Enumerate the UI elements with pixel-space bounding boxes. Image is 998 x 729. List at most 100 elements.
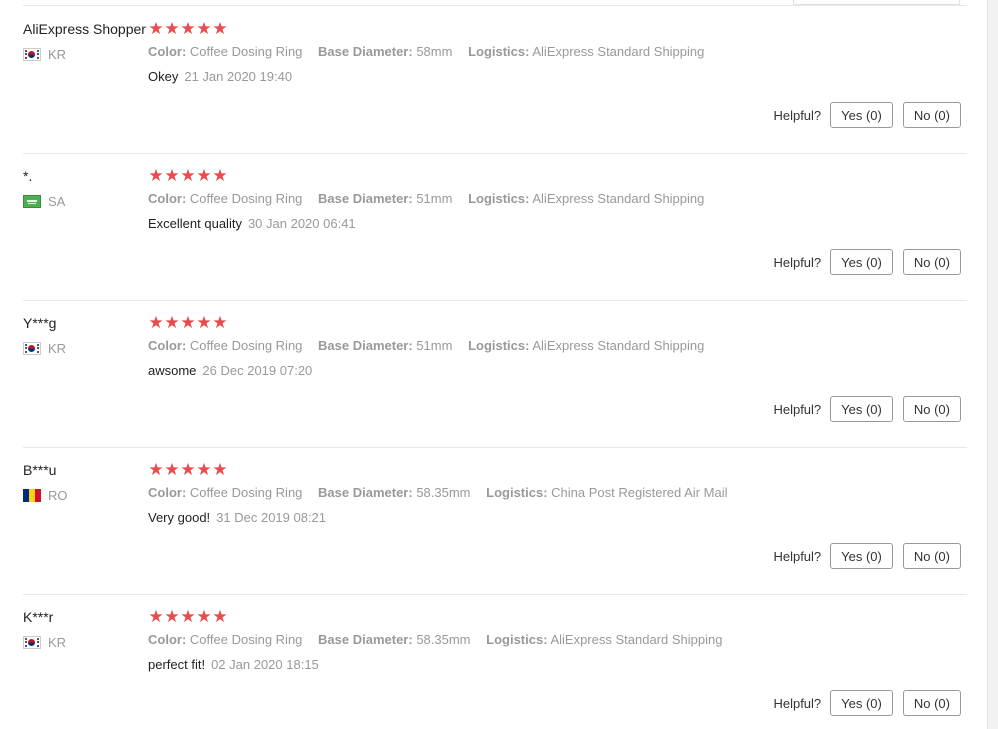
color-key: Color: <box>148 338 187 353</box>
kr-flag-icon <box>23 636 41 649</box>
helpful-label: Helpful? <box>773 401 822 417</box>
star-icon: ★ <box>180 607 196 626</box>
country-code: KR <box>48 341 67 356</box>
feedback-item: *. SA ★★★★★ Color: Coffee Dosing Ring Ba… <box>0 153 987 301</box>
star-rating: ★★★★★ <box>148 461 228 479</box>
star-icon: ★ <box>148 460 164 479</box>
star-icon: ★ <box>196 166 212 185</box>
helpful-yes-button[interactable]: Yes (0) <box>830 543 893 569</box>
order-properties: Color: Coffee Dosing Ring Base Diameter:… <box>148 632 734 647</box>
helpful-yes-button[interactable]: Yes (0) <box>830 249 893 275</box>
buyer-country: SA <box>23 194 65 209</box>
helpful-label: Helpful? <box>773 548 822 564</box>
helpful-no-button[interactable]: No (0) <box>902 396 961 422</box>
star-rating: ★★★★★ <box>148 314 228 332</box>
logistics-key: Logistics: <box>486 632 548 647</box>
order-properties: Color: Coffee Dosing Ring Base Diameter:… <box>148 44 716 59</box>
star-icon: ★ <box>180 460 196 479</box>
star-rating: ★★★★★ <box>148 20 228 38</box>
feedback-item: K***r KR ★★★★★ Color: Coffee Dosing Ring… <box>0 594 987 729</box>
order-properties: Color: Coffee Dosing Ring Base Diameter:… <box>148 485 739 500</box>
star-icon: ★ <box>212 166 228 185</box>
diameter-key: Base Diameter: <box>318 191 413 206</box>
diameter-value: 51mm <box>416 191 453 206</box>
helpful-no-button[interactable]: No (0) <box>902 690 961 716</box>
diameter-value: 51mm <box>416 338 453 353</box>
buyer-country: KR <box>23 635 66 650</box>
star-icon: ★ <box>148 607 164 626</box>
color-key: Color: <box>148 485 187 500</box>
star-icon: ★ <box>196 19 212 38</box>
review-date: 30 Jan 2020 06:41 <box>247 216 356 231</box>
star-icon: ★ <box>196 607 212 626</box>
buyer-name: B***u <box>23 462 57 478</box>
star-icon: ★ <box>180 19 196 38</box>
feedback-panel: AliExpress Shopper KR ★★★★★ Color: Coffe… <box>0 0 988 729</box>
star-icon: ★ <box>212 607 228 626</box>
feedback-item: Y***g KR ★★★★★ Color: Coffee Dosing Ring… <box>0 300 987 448</box>
helpful-yes-button[interactable]: Yes (0) <box>830 396 893 422</box>
helpful-votes: Helpful? Yes (0) No (0) <box>773 543 961 569</box>
helpful-no-button[interactable]: No (0) <box>902 543 961 569</box>
buyer-name: Y***g <box>23 315 57 331</box>
diameter-value: 58mm <box>416 44 453 59</box>
review: Okey 21 Jan 2020 19:40 <box>148 69 292 84</box>
logistics-key: Logistics: <box>468 44 530 59</box>
country-code: KR <box>48 47 67 62</box>
star-icon: ★ <box>212 19 228 38</box>
color-value: Coffee Dosing Ring <box>189 44 303 59</box>
star-icon: ★ <box>164 313 180 332</box>
helpful-yes-button[interactable]: Yes (0) <box>830 102 893 128</box>
country-code: SA <box>48 194 66 209</box>
helpful-votes: Helpful? Yes (0) No (0) <box>773 102 961 128</box>
logistics-value: China Post Registered Air Mail <box>551 485 728 500</box>
color-key: Color: <box>148 191 187 206</box>
review-text: Very good! <box>148 510 211 525</box>
buyer-country: RO <box>23 488 68 503</box>
logistics-value: AliExpress Standard Shipping <box>532 338 705 353</box>
star-rating: ★★★★★ <box>148 167 228 185</box>
review: Very good! 31 Dec 2019 08:21 <box>148 510 326 525</box>
review: perfect fit! 02 Jan 2020 18:15 <box>148 657 319 672</box>
review-text: Excellent quality <box>148 216 242 231</box>
diameter-value: 58.35mm <box>416 485 471 500</box>
star-icon: ★ <box>148 313 164 332</box>
buyer-name: AliExpress Shopper <box>23 21 146 37</box>
review: Excellent quality 30 Jan 2020 06:41 <box>148 216 356 231</box>
helpful-yes-button[interactable]: Yes (0) <box>830 690 893 716</box>
logistics-value: AliExpress Standard Shipping <box>532 191 705 206</box>
helpful-votes: Helpful? Yes (0) No (0) <box>773 249 961 275</box>
helpful-label: Helpful? <box>773 254 822 270</box>
star-icon: ★ <box>180 166 196 185</box>
color-value: Coffee Dosing Ring <box>189 338 303 353</box>
logistics-value: AliExpress Standard Shipping <box>532 44 705 59</box>
logistics-value: AliExpress Standard Shipping <box>550 632 723 647</box>
buyer-country: KR <box>23 341 66 356</box>
helpful-votes: Helpful? Yes (0) No (0) <box>773 690 961 716</box>
helpful-label: Helpful? <box>773 695 822 711</box>
star-rating: ★★★★★ <box>148 608 228 626</box>
helpful-no-button[interactable]: No (0) <box>902 102 961 128</box>
color-key: Color: <box>148 632 187 647</box>
diameter-key: Base Diameter: <box>318 338 413 353</box>
helpful-label: Helpful? <box>773 107 822 123</box>
star-icon: ★ <box>196 460 212 479</box>
star-icon: ★ <box>180 313 196 332</box>
country-code: RO <box>48 488 68 503</box>
review-text: Okey <box>148 69 179 84</box>
sa-flag-icon <box>23 195 41 208</box>
feedback-item: AliExpress Shopper KR ★★★★★ Color: Coffe… <box>0 6 987 154</box>
country-code: KR <box>48 635 67 650</box>
kr-flag-icon <box>23 48 41 61</box>
review-date: 26 Dec 2019 07:20 <box>202 363 313 378</box>
review-text: awsome <box>148 363 197 378</box>
order-properties: Color: Coffee Dosing Ring Base Diameter:… <box>148 338 716 353</box>
logistics-key: Logistics: <box>468 338 530 353</box>
helpful-votes: Helpful? Yes (0) No (0) <box>773 396 961 422</box>
helpful-no-button[interactable]: No (0) <box>902 249 961 275</box>
logistics-key: Logistics: <box>486 485 548 500</box>
star-icon: ★ <box>164 460 180 479</box>
star-icon: ★ <box>148 19 164 38</box>
buyer-name: *. <box>23 168 33 184</box>
color-value: Coffee Dosing Ring <box>189 632 303 647</box>
